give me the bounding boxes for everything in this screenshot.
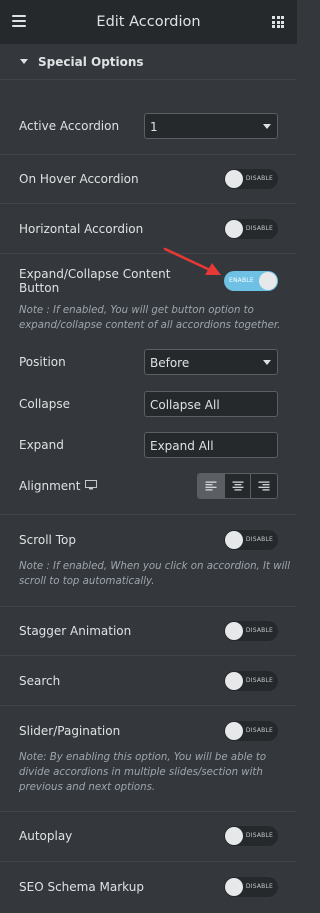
panel-title: Edit Accordion: [96, 14, 201, 30]
collapse-input-value: Collapse All: [150, 398, 220, 412]
slider-toggle[interactable]: DISABLE: [224, 721, 278, 741]
toggle-text: DISABLE: [245, 536, 273, 543]
active-accordion-select[interactable]: 1: [144, 113, 278, 139]
align-left-icon[interactable]: [198, 474, 225, 498]
toggle-knob: [225, 722, 243, 740]
chevron-down-icon: [263, 360, 271, 365]
toggle-text: ENABLE: [229, 277, 254, 284]
expand-label: Expand: [19, 438, 64, 452]
toggle-text: DISABLE: [245, 883, 273, 890]
scroll-top-toggle[interactable]: DISABLE: [224, 530, 278, 550]
position-label: Position: [19, 355, 66, 369]
align-center-icon[interactable]: [225, 474, 252, 498]
divider: [0, 154, 297, 155]
red-arrow-annotation: [163, 247, 221, 275]
toggle-knob: [225, 220, 243, 238]
autoplay-toggle[interactable]: DISABLE: [224, 826, 278, 846]
seo-label: SEO Schema Markup: [19, 880, 144, 894]
panel-header: Edit Accordion: [0, 0, 297, 44]
seo-toggle[interactable]: DISABLE: [224, 877, 278, 897]
toggle-text: DISABLE: [245, 175, 273, 182]
slider-note-line2: divide accordions in multiple slides/sec…: [19, 767, 263, 778]
expand-collapse-label-line1: Expand/Collapse Content: [19, 267, 171, 281]
divider: [0, 203, 297, 204]
divider: [0, 811, 297, 812]
slider-note-line1: Note: By enabling this option, You will …: [19, 752, 267, 763]
scroll-top-label: Scroll Top: [19, 533, 76, 547]
expand-input-value: Expand All: [150, 439, 214, 453]
position-select[interactable]: Before: [144, 349, 278, 375]
collapse-text-input[interactable]: Collapse All: [144, 391, 278, 417]
divider: [0, 705, 297, 706]
divider: [0, 861, 297, 862]
position-value: Before: [150, 356, 190, 370]
toggle-knob: [225, 622, 243, 640]
toggle-text: DISABLE: [245, 677, 273, 684]
toggle-text: DISABLE: [245, 832, 273, 839]
align-right-icon[interactable]: [251, 474, 277, 498]
autoplay-label: Autoplay: [19, 829, 73, 843]
horizontal-label: Horizontal Accordion: [19, 222, 144, 236]
active-accordion-value: 1: [150, 120, 158, 134]
expand-collapse-note-line2: expand/collapse content of all accordion…: [19, 320, 281, 331]
divider: [0, 514, 297, 515]
caret-down-icon: [20, 59, 28, 64]
chevron-down-icon: [263, 124, 271, 129]
on-hover-toggle[interactable]: DISABLE: [224, 169, 278, 189]
expand-text-input[interactable]: Expand All: [144, 432, 278, 458]
toggle-knob: [225, 827, 243, 845]
section-special-options[interactable]: Special Options: [0, 44, 297, 80]
toggle-knob: [225, 170, 243, 188]
divider: [0, 606, 297, 607]
active-accordion-label: Active Accordion: [19, 119, 120, 133]
on-hover-label: On Hover Accordion: [19, 172, 139, 186]
desktop-monitor-icon[interactable]: [85, 480, 97, 490]
expand-collapse-toggle[interactable]: ENABLE: [224, 271, 278, 291]
search-toggle[interactable]: DISABLE: [224, 671, 278, 691]
expand-collapse-label-line2: Button: [19, 281, 60, 295]
toggle-knob: [259, 272, 277, 290]
toggle-text: DISABLE: [245, 727, 273, 734]
horizontal-toggle[interactable]: DISABLE: [224, 219, 278, 239]
stagger-label: Stagger Animation: [19, 624, 132, 638]
toggle-knob: [225, 672, 243, 690]
toggle-knob: [225, 531, 243, 549]
divider: [0, 655, 297, 656]
toggle-text: DISABLE: [245, 627, 273, 634]
grid-apps-icon[interactable]: [272, 16, 284, 28]
slider-label: Slider/Pagination: [19, 724, 121, 738]
toggle-text: DISABLE: [245, 225, 273, 232]
search-label: Search: [19, 674, 61, 688]
divider: [0, 253, 297, 254]
stagger-toggle[interactable]: DISABLE: [224, 621, 278, 641]
alignment-label: Alignment: [19, 479, 81, 493]
toggle-knob: [225, 878, 243, 896]
collapse-label: Collapse: [19, 397, 70, 411]
scroll-top-note-line1: Note : If enabled, When you click on acc…: [19, 561, 291, 572]
scroll-top-note-line2: scroll to top automatically.: [19, 576, 155, 587]
expand-collapse-note-line1: Note : If enabled, You will get button o…: [19, 305, 254, 316]
slider-note-line3: previous and next options.: [19, 782, 156, 793]
section-label: Special Options: [38, 55, 144, 69]
alignment-control: [197, 473, 278, 499]
